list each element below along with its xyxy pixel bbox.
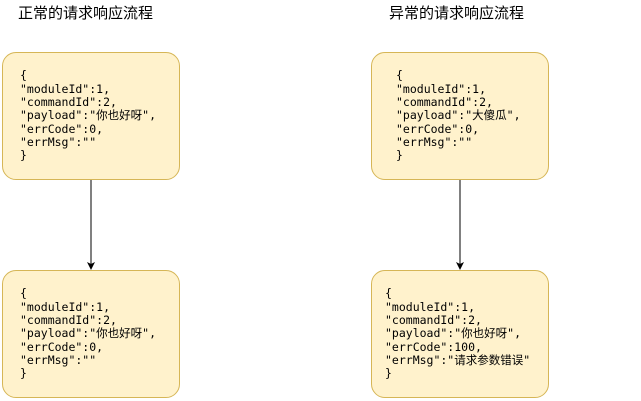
code-line: {: [20, 68, 27, 83]
normal-response-json: {"moduleId":1, "commandId":2, "payload":"你…: [3, 287, 156, 380]
code-line: {: [396, 68, 403, 83]
code-line: }: [20, 148, 27, 163]
code-line: "payload":"你也好呀",: [20, 326, 157, 341]
code-line: "payload":"大傻瓜",: [396, 108, 521, 123]
code-line: "errMsg":"": [396, 134, 473, 149]
code-line: "moduleId":1,: [20, 81, 111, 96]
code-line: "payload":"你也好呀",: [20, 108, 157, 123]
normal-response-box: {"moduleId":1, "commandId":2, "payload":"你…: [2, 270, 180, 398]
code-line: "payload":"你也好呀",: [385, 326, 522, 341]
diagram-canvas: 正常的请求响应流程 异常的请求响应流程 {"moduleId":1, "comma…: [0, 0, 641, 401]
code-line: "moduleId":1,: [385, 299, 476, 314]
code-line: "errCode":0,: [396, 121, 480, 136]
code-line: "moduleId":1,: [396, 81, 487, 96]
error-request-json: {"moduleId":1, "commandId":2, "payload":"大…: [372, 69, 521, 162]
code-line: "errCode":100,: [385, 339, 482, 354]
code-line: "errMsg":"": [20, 134, 97, 149]
normal-request-box: {"moduleId":1, "commandId":2, "payload":"你…: [2, 52, 180, 180]
code-line: "commandId":2,: [20, 95, 117, 110]
code-line: {: [385, 286, 392, 301]
code-line: }: [20, 366, 27, 381]
code-line: "moduleId":1,: [20, 299, 111, 314]
code-line: "commandId":2,: [385, 313, 482, 328]
code-line: "commandId":2,: [20, 313, 117, 328]
error-response-json: {"moduleId":1, "commandId":2, "payload":"你…: [372, 287, 530, 380]
code-line: "errMsg":"请求参数错误": [385, 352, 531, 367]
code-line: "commandId":2,: [396, 95, 493, 110]
error-response-box: {"moduleId":1, "commandId":2, "payload":"你…: [371, 270, 549, 398]
code-line: {: [20, 286, 27, 301]
normal-request-json: {"moduleId":1, "commandId":2, "payload":"你…: [3, 69, 156, 162]
code-line: }: [396, 148, 403, 163]
code-line: "errCode":0,: [20, 339, 104, 354]
code-line: "errCode":0,: [20, 121, 104, 136]
code-line: }: [385, 366, 392, 381]
error-request-box: {"moduleId":1, "commandId":2, "payload":"大…: [371, 52, 549, 180]
code-line: "errMsg":"": [20, 352, 97, 367]
